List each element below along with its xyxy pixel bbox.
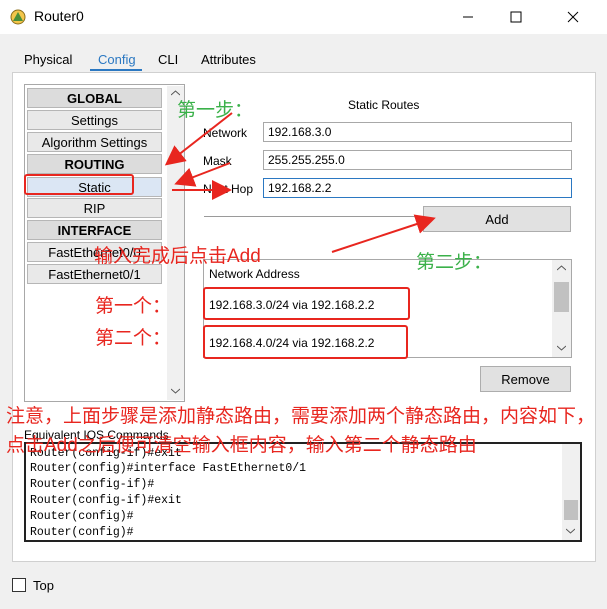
annotation-arrows xyxy=(164,112,436,253)
arrow-to-network xyxy=(164,112,233,166)
arrow-to-add xyxy=(331,214,436,253)
arrow-to-mask xyxy=(174,162,231,187)
